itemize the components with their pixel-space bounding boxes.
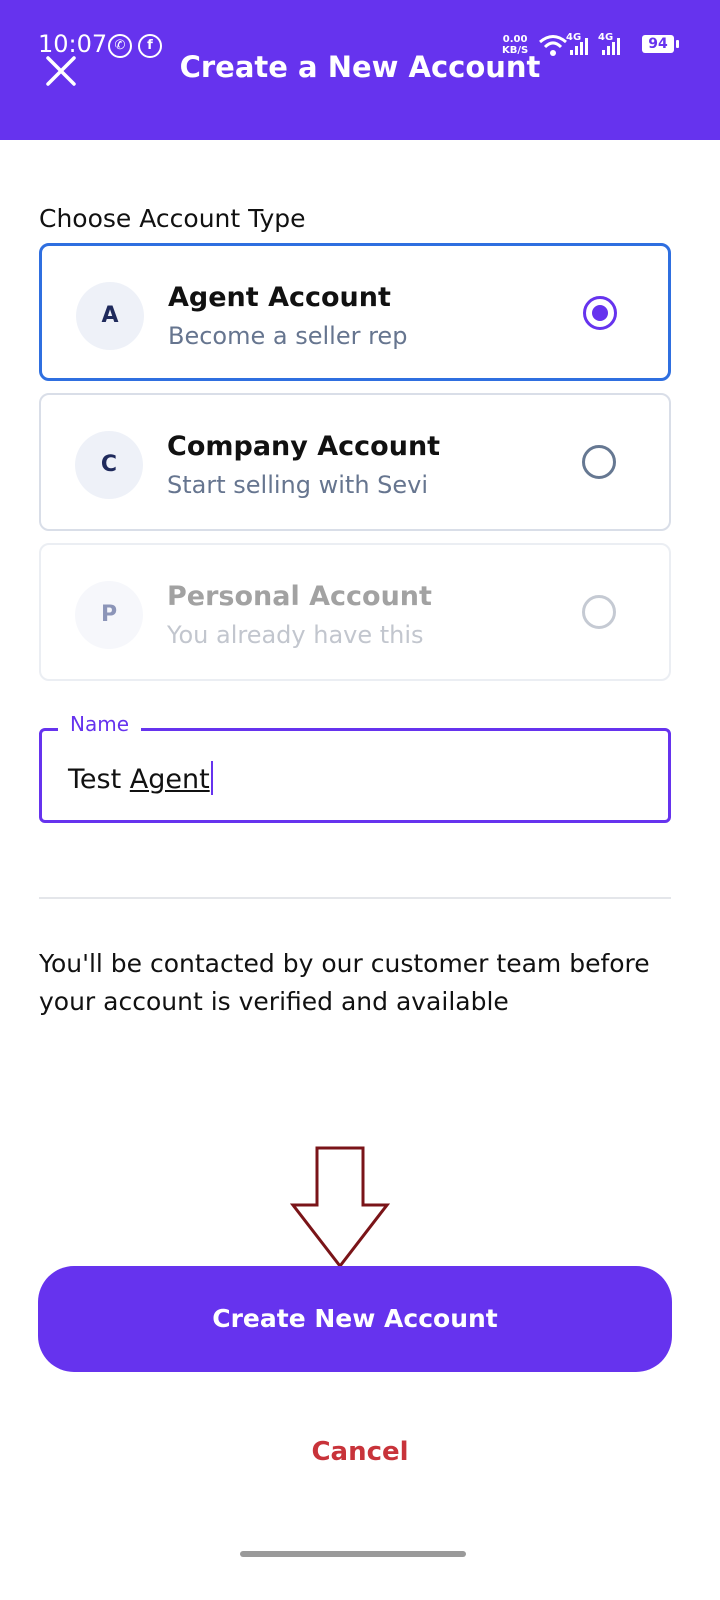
account-avatar: A <box>76 282 144 350</box>
account-avatar: C <box>75 431 143 499</box>
account-option-company[interactable]: C Company Account Start selling with Sev… <box>39 393 671 531</box>
account-option-title: Agent Account <box>168 282 391 313</box>
radio-dot <box>592 305 608 321</box>
name-field-label: Name <box>58 712 142 736</box>
divider <box>39 897 671 899</box>
arrow-down-icon <box>290 1146 390 1269</box>
account-option-title: Company Account <box>167 431 441 462</box>
account-option-subtitle: Start selling with Sevi <box>167 471 429 499</box>
account-option-subtitle: Become a seller rep <box>168 322 408 350</box>
account-avatar: P <box>75 581 143 649</box>
radio-button-disabled <box>582 595 616 629</box>
radio-button[interactable] <box>582 445 616 479</box>
create-account-button[interactable]: Create New Account <box>38 1266 672 1372</box>
verification-info-text: You'll be contacted by our customer team… <box>39 949 650 1016</box>
home-indicator[interactable] <box>240 1551 466 1557</box>
account-option-subtitle: You already have this <box>167 621 424 649</box>
battery-tip <box>676 40 679 48</box>
app-header: 10:07 ✆ f 0.00 KB/S 4G 4G 94 Create a Ne <box>0 0 720 140</box>
net-speed-value: 0.00 <box>502 34 528 45</box>
account-option-agent[interactable]: A Agent Account Become a seller rep <box>39 243 671 381</box>
account-type-label: Choose Account Type <box>39 204 306 233</box>
account-option-title: Personal Account <box>167 581 432 612</box>
page-title: Create a New Account <box>179 50 541 84</box>
cancel-button[interactable]: Cancel <box>0 1437 720 1467</box>
name-value-second: Agent <box>129 764 210 795</box>
name-field-value[interactable]: Test Agent <box>68 761 213 795</box>
name-input[interactable]: Name Test Agent <box>39 712 671 823</box>
name-value-first: Test <box>68 764 122 795</box>
account-option-personal: P Personal Account You already have this <box>39 543 671 681</box>
radio-button-selected[interactable] <box>583 296 617 330</box>
text-cursor <box>210 761 213 795</box>
